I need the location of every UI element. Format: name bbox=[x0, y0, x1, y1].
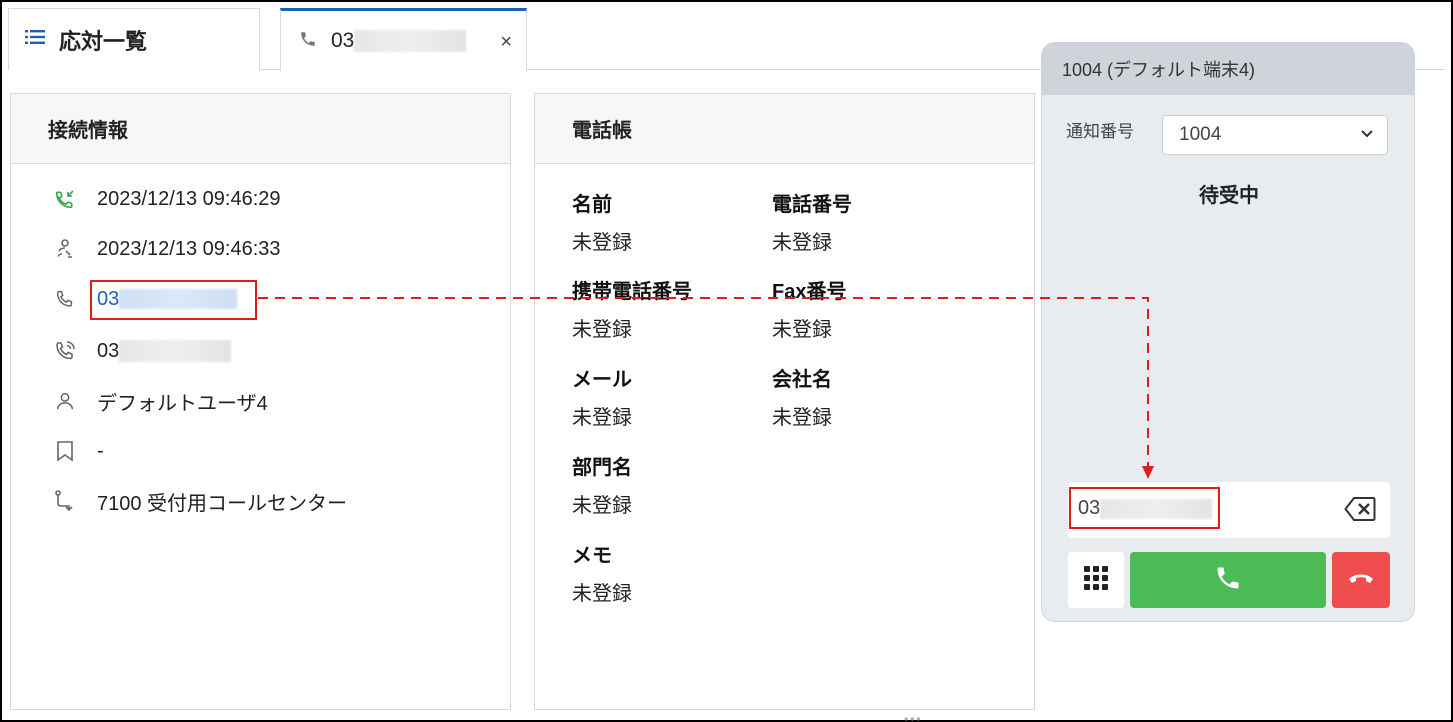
annotation-arrow bbox=[258, 297, 1154, 479]
resize-handle[interactable]: ••• bbox=[904, 712, 923, 722]
